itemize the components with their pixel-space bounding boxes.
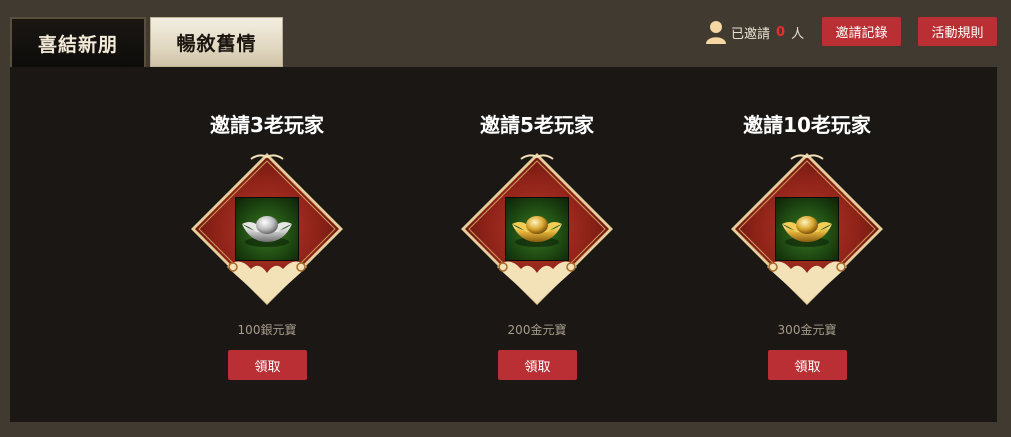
tab-new-friends[interactable]: 喜結新朋	[10, 17, 146, 67]
reward-frame	[729, 151, 885, 307]
claim-button[interactable]: 領取	[498, 350, 577, 380]
reward-item	[236, 198, 298, 260]
reward-title: 邀請10老玩家	[743, 113, 871, 137]
user-icon	[706, 21, 726, 44]
invite-records-button[interactable]: 邀請記錄	[822, 17, 901, 46]
reward-card: 邀請10老玩家 300金元寶 領取	[687, 67, 927, 422]
invited-prefix: 已邀請	[731, 26, 771, 42]
invited-count: 0	[776, 24, 786, 40]
reward-title: 邀請5老玩家	[480, 113, 594, 137]
reward-card: 邀請5老玩家 200金元寶 領取	[417, 67, 657, 422]
silver-ingot-icon	[242, 216, 292, 247]
tab-old-friends[interactable]: 暢敘舊情	[150, 17, 283, 67]
event-rules-button[interactable]: 活動規則	[918, 17, 997, 46]
reward-label: 200金元寶	[507, 323, 567, 337]
invite-status: 已邀請 0 人	[705, 20, 804, 44]
reward-item	[776, 198, 838, 260]
reward-title: 邀請3老玩家	[210, 113, 324, 137]
invited-suffix: 人	[791, 26, 805, 42]
rewards-panel: 邀請3老玩家 100銀元寶 領取 邀請5老玩家 200金元寶 領取 邀請10老玩…	[10, 67, 997, 422]
gold-ingot-icon	[512, 216, 562, 247]
reward-frame	[189, 151, 345, 307]
reward-card: 邀請3老玩家 100銀元寶 領取	[147, 67, 387, 422]
claim-button[interactable]: 領取	[768, 350, 847, 380]
claim-button[interactable]: 領取	[228, 350, 307, 380]
reward-label: 300金元寶	[777, 323, 837, 337]
gold-ingot-icon	[782, 216, 832, 247]
reward-frame	[459, 151, 615, 307]
reward-item	[506, 198, 568, 260]
reward-label: 100銀元寶	[237, 323, 297, 337]
